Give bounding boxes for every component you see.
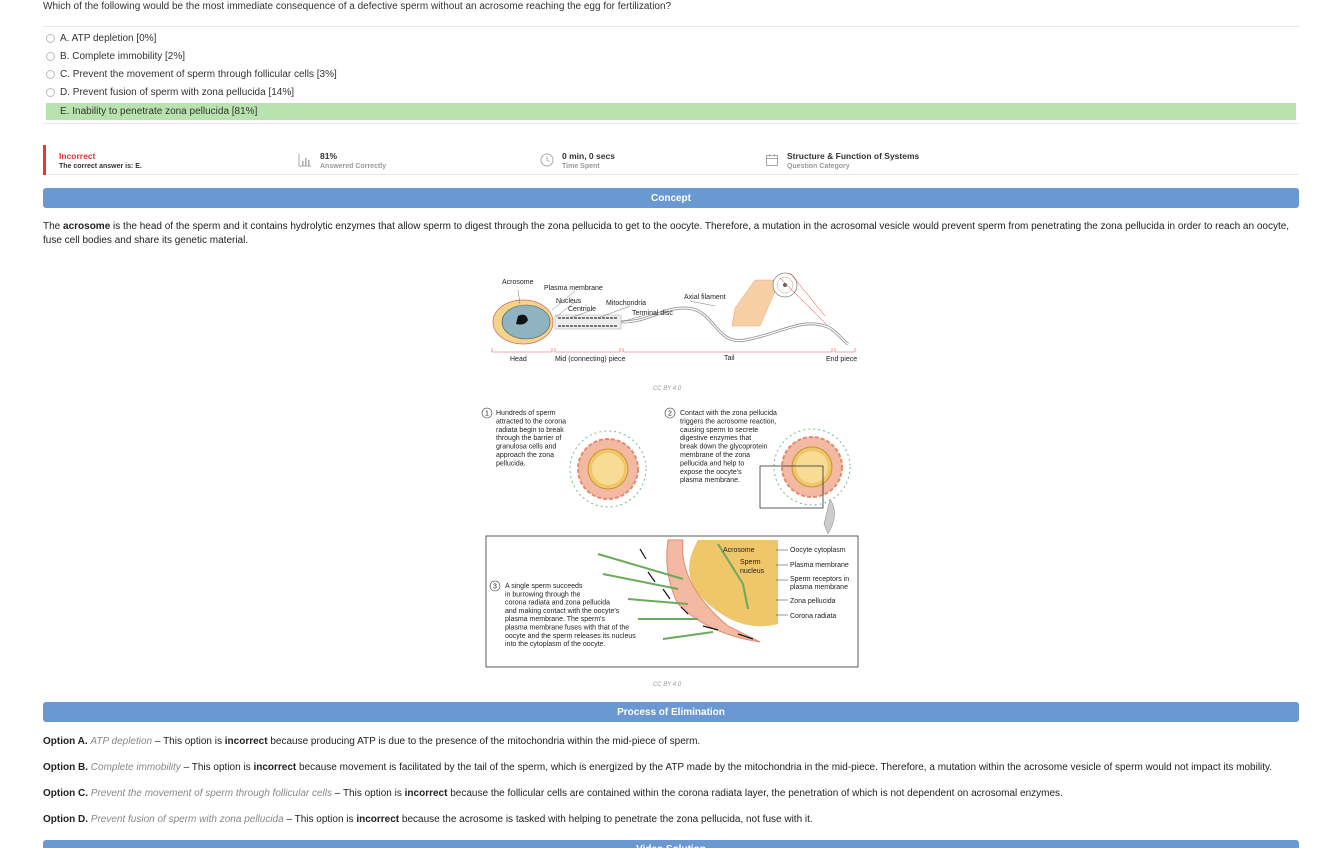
label-sperm-receptors: plasma membrane bbox=[790, 584, 848, 591]
choice-b[interactable]: B. Complete immobility [2%] bbox=[46, 48, 1296, 65]
radio-icon[interactable] bbox=[46, 34, 55, 43]
option-label: Option C. bbox=[43, 788, 88, 799]
option-a-explanation: Option A. ATP depletion – This option is… bbox=[43, 736, 1299, 747]
choice-a[interactable]: A. ATP depletion [0%] bbox=[46, 30, 1296, 47]
option-c-explanation: Option C. Prevent the movement of sperm … bbox=[43, 788, 1299, 799]
percent-stat: 81% Answered Correctly bbox=[298, 145, 386, 175]
option-verdict: incorrect bbox=[224, 736, 268, 747]
option-b-explanation: Option B. Complete immobility – This opt… bbox=[43, 762, 1299, 773]
label-end-piece: End piece bbox=[826, 356, 857, 363]
label-plasma-membrane: Plasma membrane bbox=[544, 285, 603, 292]
percent-label: Answered Correctly bbox=[320, 162, 387, 170]
option-verdict: incorrect bbox=[404, 788, 448, 799]
radio-icon[interactable] bbox=[46, 70, 55, 79]
choice-c[interactable]: C. Prevent the movement of sperm through… bbox=[46, 66, 1296, 83]
step2-marker: 2 bbox=[664, 407, 676, 419]
concept-paragraph: The acrosome is the head of the sperm an… bbox=[43, 220, 1299, 248]
label-centriole: Centriole bbox=[568, 306, 596, 313]
figure2-caption: CC BY 4.0 bbox=[652, 682, 682, 688]
category-value: Structure & Function of Systems bbox=[787, 150, 920, 161]
radio-icon[interactable] bbox=[46, 52, 55, 61]
label-acrosome: Acrosome bbox=[723, 547, 755, 554]
time-stat: 0 min, 0 secs Time Spent bbox=[540, 145, 615, 175]
option-title: Prevent the movement of sperm through fo… bbox=[90, 788, 333, 799]
option-title: Prevent fusion of sperm with zona pelluc… bbox=[90, 814, 284, 825]
result-stats: Incorrect The correct answer is: E. 81% … bbox=[43, 145, 1299, 175]
clock-icon bbox=[540, 153, 554, 167]
time-label: Time Spent bbox=[562, 162, 600, 170]
step2-text: Contact with the zona pellucida triggers … bbox=[680, 410, 777, 484]
percent-value: 81% bbox=[320, 150, 338, 161]
bar-chart-icon bbox=[298, 154, 311, 167]
label-plasma-membrane: Plasma membrane bbox=[790, 562, 849, 569]
concept-text: The bbox=[43, 221, 64, 232]
label-corona-radiata: Corona radiata bbox=[790, 613, 836, 620]
label-head: Head bbox=[510, 356, 527, 363]
choice-label: A. ATP depletion [0%] bbox=[60, 33, 157, 44]
radio-icon[interactable] bbox=[46, 88, 55, 97]
option-text: – This option is bbox=[152, 736, 225, 747]
label-acrosome: Acrosome bbox=[502, 279, 534, 286]
choice-d[interactable]: D. Prevent fusion of sperm with zona pel… bbox=[46, 84, 1296, 101]
option-label: Option D. bbox=[43, 814, 88, 825]
step1-text: Hundreds of sperm attracted to the corona… bbox=[496, 410, 566, 467]
option-text: because the follicular cells are contain… bbox=[447, 788, 1063, 799]
label-sperm-nucleus: nucleus bbox=[740, 568, 765, 575]
concept-keyword: acrosome bbox=[63, 221, 111, 232]
option-title: Complete immobility bbox=[90, 762, 181, 773]
choice-e[interactable]: E. Inability to penetrate zona pellucida… bbox=[46, 103, 1296, 120]
label-tail: Tail bbox=[724, 355, 735, 362]
step1-marker: 1 bbox=[481, 407, 493, 419]
step3-number: 3 bbox=[493, 584, 497, 591]
category-stat: Structure & Function of Systems Question… bbox=[765, 145, 919, 175]
oocyte-illustration-1 bbox=[569, 430, 647, 508]
label-axial-filament: Axial filament bbox=[684, 294, 726, 301]
time-value: 0 min, 0 secs bbox=[562, 150, 615, 161]
label-mitochondria: Mitochondria bbox=[606, 300, 646, 307]
option-text: – This option is bbox=[180, 762, 254, 773]
label-sperm-nucleus: Sperm bbox=[740, 559, 761, 566]
choice-label: C. Prevent the movement of sperm through… bbox=[60, 69, 337, 80]
elimination-header: Process of Elimination bbox=[43, 702, 1299, 722]
step3-marker: 3 bbox=[489, 580, 501, 592]
option-text: because the acrosome is tasked with help… bbox=[399, 814, 813, 825]
fertilization-figure: 1 Hundreds of sperm attracted to the coro… bbox=[481, 407, 859, 668]
concept-header: Concept bbox=[43, 188, 1299, 208]
option-verdict: incorrect bbox=[356, 814, 400, 825]
option-label: Option A. bbox=[43, 736, 88, 747]
result-label: Incorrect bbox=[59, 150, 96, 161]
figure1-caption: CC BY 4.0 bbox=[652, 386, 682, 392]
label-sperm-receptors: Sperm receptors in bbox=[790, 576, 849, 583]
label-mid-piece: Mid (connecting) piece bbox=[555, 356, 626, 363]
label-terminal-disc: Terminal disc bbox=[632, 310, 673, 317]
label-zona-pellucida: Zona pellucida bbox=[790, 598, 836, 605]
choice-label: D. Prevent fusion of sperm with zona pel… bbox=[60, 87, 295, 98]
sperm-anatomy-figure: Acrosome Plasma membrane Nucleus Centrio… bbox=[491, 272, 857, 363]
answer-choices: A. ATP depletion [0%] B. Complete immobi… bbox=[43, 26, 1299, 124]
option-text: – This option is bbox=[332, 788, 405, 799]
video-solution-header: Video Solution bbox=[43, 840, 1299, 848]
choice-label: E. Inability to penetrate zona pellucida… bbox=[60, 106, 258, 117]
option-label: Option B. bbox=[43, 762, 88, 773]
option-d-explanation: Option D. Prevent fusion of sperm with z… bbox=[43, 814, 1299, 825]
label-nucleus: Nucleus bbox=[556, 298, 582, 305]
calendar-icon bbox=[766, 154, 778, 166]
option-title: ATP depletion bbox=[90, 736, 153, 747]
correct-answer-text: The correct answer is: E. bbox=[59, 162, 142, 170]
option-verdict: incorrect bbox=[253, 762, 297, 773]
oocyte-illustration-2 bbox=[759, 428, 851, 535]
option-text: – This option is bbox=[283, 814, 357, 825]
option-text: because producing ATP is due to the pres… bbox=[267, 736, 701, 747]
choice-label: B. Complete immobility [2%] bbox=[60, 51, 186, 62]
step1-number: 1 bbox=[485, 411, 489, 418]
question-text: Which of the following would be the most… bbox=[43, 1, 672, 12]
result-status: Incorrect The correct answer is: E. bbox=[43, 145, 142, 175]
option-text: because movement is facilitated by the t… bbox=[296, 762, 1273, 773]
label-oocyte-cytoplasm: Oocyte cytoplasm bbox=[790, 547, 846, 554]
step2-number: 2 bbox=[668, 411, 672, 418]
category-label: Question Category bbox=[787, 162, 850, 170]
concept-text: is the head of the sperm and it contains… bbox=[43, 221, 1290, 246]
